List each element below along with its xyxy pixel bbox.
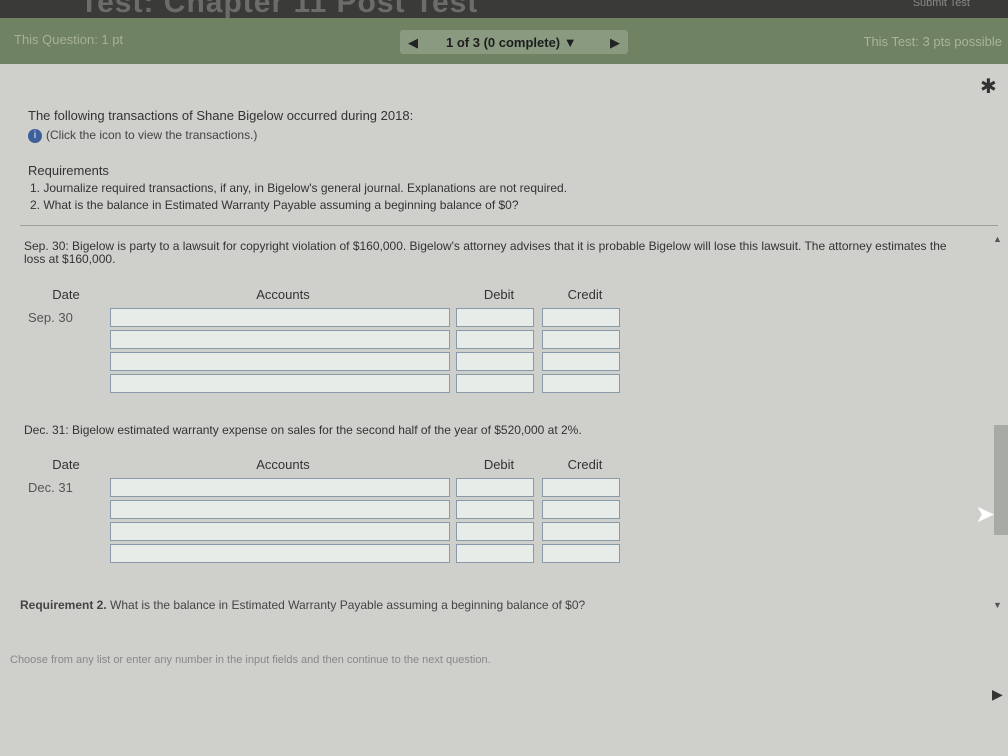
gear-icon[interactable]: ✱ — [980, 74, 997, 99]
scroll-up-icon[interactable]: ▲ — [993, 234, 1002, 244]
journal-row: Sep. 30 — [22, 306, 628, 328]
date-cell: Sep. 30 — [28, 309, 73, 325]
account-input[interactable] — [110, 477, 450, 497]
journal-row — [22, 372, 628, 394]
date-header: Date — [52, 456, 80, 472]
question-content — [0, 64, 1008, 756]
account-input[interactable] — [110, 373, 450, 393]
requirement-2: 2. What is the balance in Estimated Warr… — [30, 198, 519, 212]
account-input[interactable] — [110, 351, 450, 371]
debit-input[interactable] — [456, 477, 534, 497]
mouse-cursor-icon: ➤ — [975, 501, 996, 528]
test-points-label: This Test: 3 pts possible — [863, 34, 1003, 49]
info-link-row[interactable]: i (Click the icon to view the transaction… — [28, 128, 257, 143]
question-navigator: ◀ 1 of 3 (0 complete) ▼ ▶ — [400, 30, 628, 54]
question-points-label: This Question: 1 pt — [14, 32, 124, 47]
dec-transaction-text: Dec. 31: Bigelow estimated warranty expe… — [24, 423, 582, 437]
account-input[interactable] — [110, 329, 450, 349]
journal-row — [22, 520, 628, 542]
credit-input[interactable] — [542, 351, 620, 371]
next-question-icon[interactable]: ▶ — [610, 35, 620, 51]
info-link-text: (Click the icon to view the transactions… — [46, 128, 258, 142]
test-title: Test: Chapter 11 Post Test — [80, 0, 479, 19]
journal-table-sep: Date Accounts Debit Credit Sep. 30 — [22, 282, 628, 394]
debit-input[interactable] — [456, 521, 534, 541]
debit-input[interactable] — [456, 499, 534, 519]
scroll-down-icon[interactable]: ▼ — [993, 600, 1002, 610]
credit-input[interactable] — [542, 329, 620, 349]
journal-row — [22, 328, 628, 350]
next-arrow-icon[interactable]: ▶ — [992, 686, 1003, 703]
credit-input[interactable] — [542, 307, 620, 327]
journal-row — [22, 498, 628, 520]
accounts-header: Accounts — [256, 456, 310, 472]
scrollbar-thumb[interactable] — [994, 425, 1008, 535]
debit-input[interactable] — [456, 329, 534, 349]
dropdown-arrow-icon: ▼ — [563, 35, 577, 50]
divider — [20, 225, 998, 226]
info-icon[interactable]: i — [28, 128, 42, 143]
debit-input[interactable] — [456, 373, 534, 393]
credit-input[interactable] — [542, 373, 620, 393]
debit-input[interactable] — [456, 543, 534, 563]
accounts-header: Accounts — [256, 286, 310, 302]
account-input[interactable] — [110, 499, 450, 519]
requirement-2-prompt: Requirement 2. What is the balance in Es… — [20, 598, 585, 612]
credit-input[interactable] — [542, 521, 620, 541]
date-cell: Dec. 31 — [28, 479, 73, 495]
requirement-1: 1. Journalize required transactions, if … — [30, 181, 568, 195]
question-bar: This Question: 1 pt ◀ 1 of 3 (0 complete… — [0, 18, 1008, 64]
credit-header: Credit — [567, 286, 603, 302]
account-input[interactable] — [110, 543, 450, 563]
question-progress-dropdown[interactable]: 1 of 3 (0 complete) ▼ — [446, 35, 577, 50]
account-input[interactable] — [110, 521, 450, 541]
journal-row — [22, 350, 628, 372]
intro-text: The following transactions of Shane Bige… — [28, 108, 414, 123]
top-bar: Test: Chapter 11 Post Test Submit Test — [0, 0, 1008, 19]
credit-input[interactable] — [542, 499, 620, 519]
requirements-title: Requirements — [28, 163, 109, 178]
scrollbar[interactable]: ▲ ▼ — [990, 226, 1006, 616]
prev-question-icon[interactable]: ◀ — [408, 35, 418, 51]
credit-input[interactable] — [542, 543, 620, 563]
credit-input[interactable] — [542, 477, 620, 497]
requirement-2-label: Requirement 2. — [20, 598, 107, 612]
debit-input[interactable] — [456, 351, 534, 371]
instruction-text: Choose from any list or enter any number… — [10, 654, 491, 666]
date-header: Date — [52, 286, 80, 302]
account-input[interactable] — [110, 307, 450, 327]
credit-header: Credit — [567, 456, 603, 472]
journal-table-dec: Date Accounts Debit Credit Dec. 31 — [22, 452, 628, 564]
submit-test-button[interactable]: Submit Test — [913, 0, 970, 9]
sep-transaction-text: Sep. 30: Bigelow is party to a lawsuit f… — [24, 239, 947, 266]
debit-header: Debit — [483, 286, 515, 302]
journal-row — [22, 542, 628, 564]
requirement-2-question: What is the balance in Estimated Warrant… — [106, 598, 586, 612]
journal-row: Dec. 31 — [22, 476, 628, 498]
debit-header: Debit — [483, 456, 515, 472]
debit-input[interactable] — [456, 307, 534, 327]
